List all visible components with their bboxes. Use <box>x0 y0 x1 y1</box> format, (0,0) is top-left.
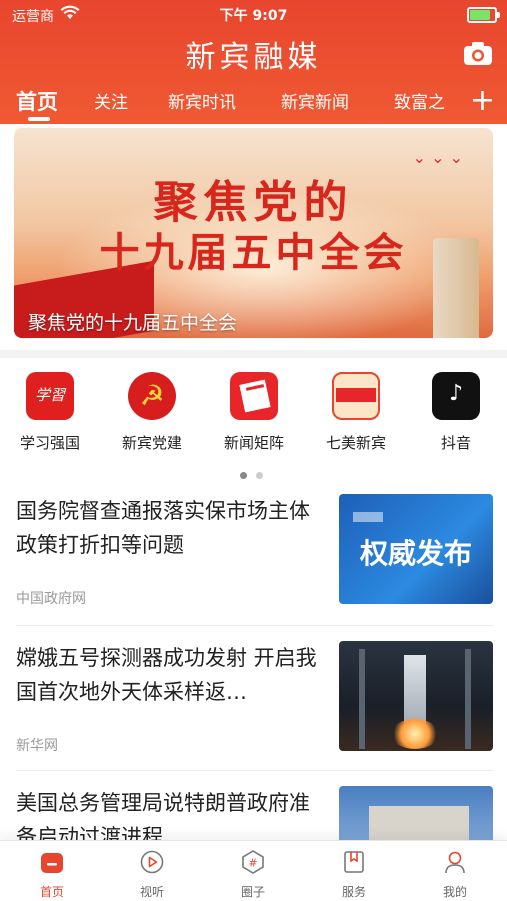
news-source: 中国政府网 <box>16 591 86 607</box>
shortcut-xuexi[interactable]: 学習 学习强国 <box>0 368 100 453</box>
status-time: 下午 9:07 <box>219 8 288 24</box>
shortcut-label: 七美新宾 <box>325 434 386 452</box>
shortcut-party[interactable]: ☭ 新宾党建 <box>102 368 202 453</box>
banner-caption: 聚焦党的十九届五中全会 <box>28 312 238 334</box>
shortcut-label: 新闻矩阵 <box>223 434 284 452</box>
app-header: 运营商 下午 9:07 新宾融媒 首页 关注 新宾时讯 新宾新闻 致富之 + <box>0 0 507 124</box>
divider <box>16 770 493 771</box>
news-source: 新华网 <box>16 738 58 754</box>
news-item[interactable]: 嫦娥五号探测器成功发射 开启我国首次地外天体采样返… 新华网 <box>16 641 493 755</box>
news-title: 嫦娥五号探测器成功发射 开启我国首次地外天体采样返… <box>16 646 317 704</box>
section-separator <box>0 350 507 358</box>
page-dot <box>240 472 247 479</box>
play-icon <box>140 850 164 874</box>
nav-video[interactable]: 视听 <box>112 849 192 900</box>
shortcut-label: 抖音 <box>440 434 471 452</box>
party-emblem-icon: ☭ <box>128 372 176 420</box>
nav-label: 视听 <box>139 885 164 899</box>
bookmark-icon <box>344 851 364 873</box>
nav-mine[interactable]: 我的 <box>415 849 495 900</box>
nav-home[interactable]: 首页 <box>12 849 92 900</box>
shortcut-grid: 学習 学习强国 ☭ 新宾党建 新闻矩阵 七美新宾 ♪ 抖音 <box>0 368 507 458</box>
tab-xinbin-shixun[interactable]: 新宾时讯 <box>168 88 236 113</box>
birds-icon: ⌄ ⌄ ⌄ <box>412 148 463 167</box>
shortcut-label: 学习强国 <box>19 434 80 452</box>
divider <box>16 625 493 626</box>
tab-home[interactable]: 首页 <box>16 86 58 116</box>
svg-text:#: # <box>248 857 257 870</box>
banner-headline-2: 十九届五中全会 <box>99 230 408 276</box>
status-bar: 运营商 下午 9:07 <box>0 0 507 28</box>
nav-circle[interactable]: # 圈子 <box>213 849 293 900</box>
tab-follow[interactable]: 关注 <box>94 88 128 113</box>
news-item[interactable]: 国务院督查通报落实保市场主体政策打折扣等问题 中国政府网 权威发布 <box>16 494 493 608</box>
nav-label: 服务 <box>341 885 366 899</box>
nav-label: 我的 <box>442 885 467 899</box>
banner-page-indicator <box>351 330 479 338</box>
hashtag-icon: # <box>242 850 264 874</box>
shortcut-label: 新宾党建 <box>121 434 182 452</box>
tab-xinbin-news[interactable]: 新宾新闻 <box>281 88 349 113</box>
xuexi-icon: 学習 <box>26 372 74 420</box>
banner-carousel[interactable]: ⌄ ⌄ ⌄ 聚焦党的 十九届五中全会 聚焦党的十九届五中全会 <box>14 128 493 338</box>
qimei-icon <box>332 372 380 420</box>
app-title: 新宾融媒 <box>185 40 322 75</box>
thumb-text: 权威发布 <box>359 537 472 570</box>
bottom-nav: 首页 视听 # 圈子 服务 我的 <box>0 840 507 901</box>
shortcut-douyin[interactable]: ♪ 抖音 <box>406 368 506 453</box>
add-channel-icon[interactable]: + <box>470 86 495 116</box>
news-title: 国务院督查通报落实保市场主体政策打折扣等问题 <box>16 499 310 557</box>
news-thumbnail: 权威发布 <box>339 494 493 604</box>
channel-tabs: 首页 关注 新宾时讯 新宾新闻 致富之 <box>0 86 460 124</box>
tab-zhifu[interactable]: 致富之 <box>394 88 445 113</box>
camera-icon[interactable] <box>463 40 493 66</box>
home-icon <box>41 853 63 873</box>
news-matrix-icon <box>230 372 278 420</box>
page-dot <box>256 472 263 479</box>
news-item[interactable]: 美国总务管理局说特朗普政府准备启动过渡进程 <box>16 786 493 896</box>
nav-label: 首页 <box>39 885 64 899</box>
douyin-icon: ♪ <box>432 372 480 420</box>
shortcut-page-indicator <box>240 464 272 483</box>
battery-icon <box>467 7 500 23</box>
news-thumbnail <box>339 641 493 751</box>
nav-service[interactable]: 服务 <box>314 849 394 900</box>
shortcut-qimei[interactable]: 七美新宾 <box>306 368 406 453</box>
user-icon <box>445 851 465 874</box>
active-tab-indicator <box>28 117 50 121</box>
shortcut-news-matrix[interactable]: 新闻矩阵 <box>204 368 304 453</box>
nav-label: 圈子 <box>240 885 265 899</box>
